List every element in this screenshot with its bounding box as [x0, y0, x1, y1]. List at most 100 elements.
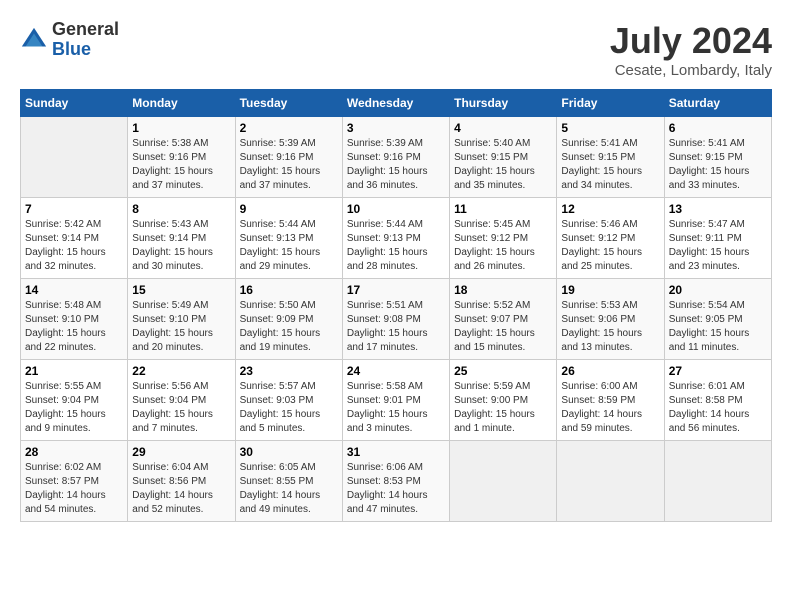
calendar-cell: 12 Sunrise: 5:46 AM Sunset: 9:12 PM Dayli…	[557, 198, 664, 279]
day-info: Sunrise: 5:54 AM Sunset: 9:05 PM Dayligh…	[669, 299, 767, 355]
day-info: Sunrise: 5:41 AM Sunset: 9:15 PM Dayligh…	[561, 137, 659, 193]
header-sunday: Sunday	[21, 90, 128, 117]
day-info: Sunrise: 5:41 AM Sunset: 9:15 PM Dayligh…	[669, 137, 767, 193]
calendar-cell: 6 Sunrise: 5:41 AM Sunset: 9:15 PM Daylig…	[664, 117, 771, 198]
calendar-cell: 26Sunrise: 6:00 AM Sunset: 8:59 PM Dayli…	[557, 360, 664, 441]
day-number: 5	[561, 121, 659, 135]
day-number: 14	[25, 283, 123, 297]
day-info: Sunrise: 5:56 AM Sunset: 9:04 PM Dayligh…	[132, 380, 230, 436]
calendar-week-2: 7 Sunrise: 5:42 AM Sunset: 9:14 PM Daylig…	[21, 198, 772, 279]
day-number: 30	[240, 445, 338, 459]
calendar-cell: 17Sunrise: 5:51 AM Sunset: 9:08 PM Dayli…	[342, 279, 449, 360]
day-info: Sunrise: 5:59 AM Sunset: 9:00 PM Dayligh…	[454, 380, 552, 436]
calendar-week-5: 28 Sunrise: 6:02 AM Sunset: 8:57 PM Dayli…	[21, 441, 772, 522]
day-number: 13	[669, 202, 767, 216]
calendar-cell: 24 Sunrise: 5:58 AM Sunset: 9:01 PM Dayli…	[342, 360, 449, 441]
calendar-cell: 28 Sunrise: 6:02 AM Sunset: 8:57 PM Dayli…	[21, 441, 128, 522]
calendar-cell: 5 Sunrise: 5:41 AM Sunset: 9:15 PM Daylig…	[557, 117, 664, 198]
day-info: Sunrise: 6:04 AM Sunset: 8:56 PM Dayligh…	[132, 461, 230, 517]
logo-general-text: General	[52, 20, 119, 40]
day-number: 7	[25, 202, 123, 216]
calendar-cell: 8 Sunrise: 5:43 AM Sunset: 9:14 PM Daylig…	[128, 198, 235, 279]
calendar-cell: 4Sunrise: 5:40 AM Sunset: 9:15 PM Daylig…	[450, 117, 557, 198]
calendar-cell: 22 Sunrise: 5:56 AM Sunset: 9:04 PM Dayli…	[128, 360, 235, 441]
day-number: 3	[347, 121, 445, 135]
day-number: 24	[347, 364, 445, 378]
day-info: Sunrise: 6:02 AM Sunset: 8:57 PM Dayligh…	[25, 461, 123, 517]
day-info: Sunrise: 5:55 AM Sunset: 9:04 PM Dayligh…	[25, 380, 123, 436]
calendar-cell: 27Sunrise: 6:01 AM Sunset: 8:58 PM Dayli…	[664, 360, 771, 441]
calendar-table: SundayMondayTuesdayWednesdayThursdayFrid…	[20, 89, 772, 522]
header-monday: Monday	[128, 90, 235, 117]
calendar-cell: 7 Sunrise: 5:42 AM Sunset: 9:14 PM Daylig…	[21, 198, 128, 279]
day-info: Sunrise: 5:57 AM Sunset: 9:03 PM Dayligh…	[240, 380, 338, 436]
day-number: 2	[240, 121, 338, 135]
day-number: 9	[240, 202, 338, 216]
calendar-week-4: 21Sunrise: 5:55 AM Sunset: 9:04 PM Dayli…	[21, 360, 772, 441]
calendar-cell: 3 Sunrise: 5:39 AM Sunset: 9:16 PM Daylig…	[342, 117, 449, 198]
day-info: Sunrise: 5:48 AM Sunset: 9:10 PM Dayligh…	[25, 299, 123, 355]
day-info: Sunrise: 5:49 AM Sunset: 9:10 PM Dayligh…	[132, 299, 230, 355]
calendar-cell: 18Sunrise: 5:52 AM Sunset: 9:07 PM Dayli…	[450, 279, 557, 360]
day-number: 25	[454, 364, 552, 378]
day-number: 22	[132, 364, 230, 378]
calendar-cell: 29Sunrise: 6:04 AM Sunset: 8:56 PM Dayli…	[128, 441, 235, 522]
day-info: Sunrise: 6:00 AM Sunset: 8:59 PM Dayligh…	[561, 380, 659, 436]
calendar-body: 1 Sunrise: 5:38 AM Sunset: 9:16 PM Daylig…	[21, 117, 772, 522]
calendar-cell: 16 Sunrise: 5:50 AM Sunset: 9:09 PM Dayli…	[235, 279, 342, 360]
header-friday: Friday	[557, 90, 664, 117]
day-number: 10	[347, 202, 445, 216]
month-year-title: July 2024	[610, 20, 772, 62]
day-number: 12	[561, 202, 659, 216]
day-info: Sunrise: 5:51 AM Sunset: 9:08 PM Dayligh…	[347, 299, 445, 355]
calendar-cell: 10 Sunrise: 5:44 AM Sunset: 9:13 PM Dayli…	[342, 198, 449, 279]
day-info: Sunrise: 6:01 AM Sunset: 8:58 PM Dayligh…	[669, 380, 767, 436]
day-info: Sunrise: 6:06 AM Sunset: 8:53 PM Dayligh…	[347, 461, 445, 517]
day-info: Sunrise: 5:43 AM Sunset: 9:14 PM Dayligh…	[132, 218, 230, 274]
day-number: 6	[669, 121, 767, 135]
day-number: 28	[25, 445, 123, 459]
day-info: Sunrise: 5:39 AM Sunset: 9:16 PM Dayligh…	[240, 137, 338, 193]
logo: General Blue	[20, 20, 119, 60]
day-info: Sunrise: 5:44 AM Sunset: 9:13 PM Dayligh…	[240, 218, 338, 274]
day-info: Sunrise: 5:50 AM Sunset: 9:09 PM Dayligh…	[240, 299, 338, 355]
calendar-cell: 13 Sunrise: 5:47 AM Sunset: 9:11 PM Dayli…	[664, 198, 771, 279]
day-info: Sunrise: 5:47 AM Sunset: 9:11 PM Dayligh…	[669, 218, 767, 274]
calendar-cell: 19 Sunrise: 5:53 AM Sunset: 9:06 PM Dayli…	[557, 279, 664, 360]
day-info: Sunrise: 5:53 AM Sunset: 9:06 PM Dayligh…	[561, 299, 659, 355]
day-number: 23	[240, 364, 338, 378]
day-info: Sunrise: 5:45 AM Sunset: 9:12 PM Dayligh…	[454, 218, 552, 274]
day-number: 20	[669, 283, 767, 297]
day-number: 1	[132, 121, 230, 135]
calendar-cell: 1 Sunrise: 5:38 AM Sunset: 9:16 PM Daylig…	[128, 117, 235, 198]
calendar-cell	[21, 117, 128, 198]
day-number: 8	[132, 202, 230, 216]
day-info: Sunrise: 5:52 AM Sunset: 9:07 PM Dayligh…	[454, 299, 552, 355]
day-number: 4	[454, 121, 552, 135]
calendar-week-1: 1 Sunrise: 5:38 AM Sunset: 9:16 PM Daylig…	[21, 117, 772, 198]
day-info: Sunrise: 5:38 AM Sunset: 9:16 PM Dayligh…	[132, 137, 230, 193]
calendar-week-3: 14 Sunrise: 5:48 AM Sunset: 9:10 PM Dayli…	[21, 279, 772, 360]
calendar-cell: 9 Sunrise: 5:44 AM Sunset: 9:13 PM Daylig…	[235, 198, 342, 279]
day-info: Sunrise: 5:42 AM Sunset: 9:14 PM Dayligh…	[25, 218, 123, 274]
logo-icon	[20, 26, 48, 54]
day-number: 16	[240, 283, 338, 297]
day-info: Sunrise: 5:44 AM Sunset: 9:13 PM Dayligh…	[347, 218, 445, 274]
calendar-cell: 20 Sunrise: 5:54 AM Sunset: 9:05 PM Dayli…	[664, 279, 771, 360]
calendar-cell: 31 Sunrise: 6:06 AM Sunset: 8:53 PM Dayli…	[342, 441, 449, 522]
day-info: Sunrise: 5:58 AM Sunset: 9:01 PM Dayligh…	[347, 380, 445, 436]
calendar-cell	[557, 441, 664, 522]
calendar-cell: 2 Sunrise: 5:39 AM Sunset: 9:16 PM Daylig…	[235, 117, 342, 198]
calendar-cell: 30Sunrise: 6:05 AM Sunset: 8:55 PM Dayli…	[235, 441, 342, 522]
calendar-cell: 25 Sunrise: 5:59 AM Sunset: 9:00 PM Dayli…	[450, 360, 557, 441]
location-text: Cesate, Lombardy, Italy	[610, 62, 772, 79]
day-number: 19	[561, 283, 659, 297]
day-number: 11	[454, 202, 552, 216]
day-info: Sunrise: 5:46 AM Sunset: 9:12 PM Dayligh…	[561, 218, 659, 274]
header-wednesday: Wednesday	[342, 90, 449, 117]
header-saturday: Saturday	[664, 90, 771, 117]
day-info: Sunrise: 5:39 AM Sunset: 9:16 PM Dayligh…	[347, 137, 445, 193]
calendar-cell	[450, 441, 557, 522]
page-header: General Blue July 2024 Cesate, Lombardy,…	[20, 20, 772, 79]
day-number: 31	[347, 445, 445, 459]
